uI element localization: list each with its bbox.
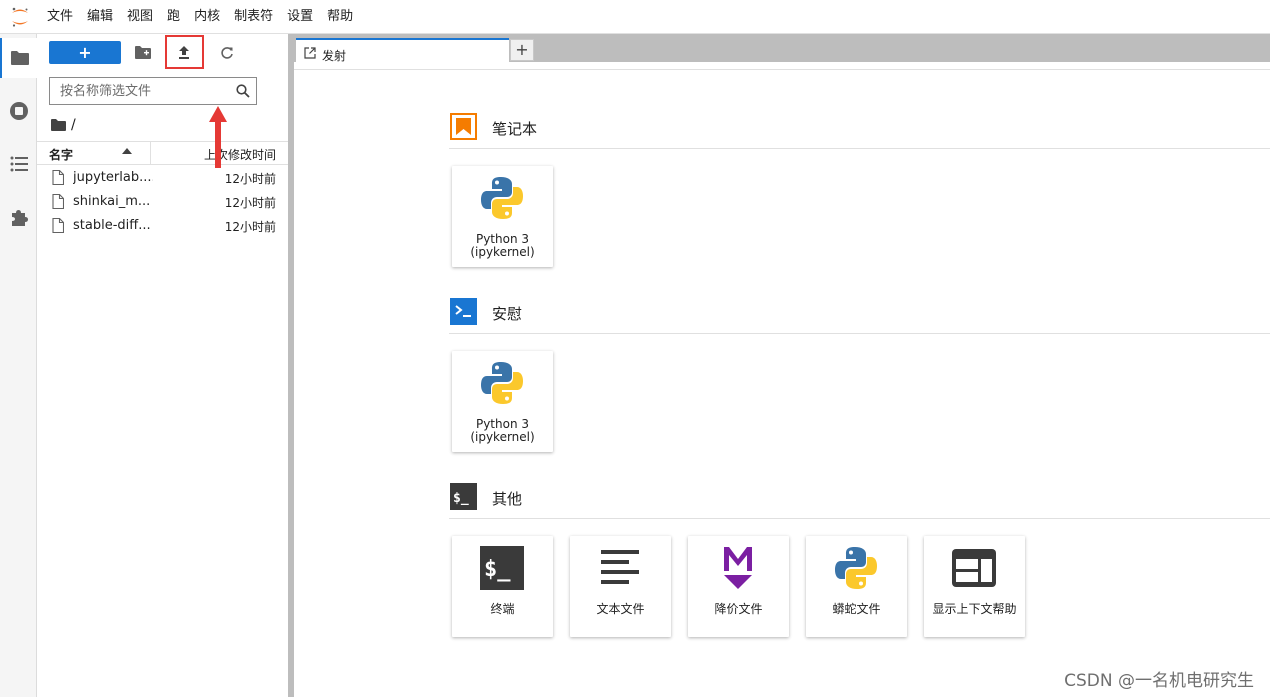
card-label: Python 3 (ipykernel) (452, 233, 553, 259)
add-tab-label: + (515, 40, 529, 59)
card-label: 显示上下文帮助 (932, 602, 1017, 616)
text-file-icon (596, 544, 644, 592)
notebook-icon (450, 113, 477, 140)
search-icon (236, 84, 250, 98)
section-divider (449, 148, 1270, 149)
file-modified: 12小时前 (224, 220, 276, 234)
file-modified: 12小时前 (224, 172, 276, 186)
upload-button[interactable] (172, 41, 196, 64)
python-logo-icon (478, 174, 526, 222)
sort-ascending-icon (122, 148, 132, 154)
extension-manager-tab[interactable] (0, 197, 37, 237)
notebook-python3-card[interactable]: Python 3 (ipykernel) (452, 166, 553, 267)
stop-circle-icon (9, 102, 28, 120)
menu-tabs[interactable]: 制表符 (227, 0, 280, 34)
running-kernels-tab[interactable] (0, 91, 37, 131)
left-sidebar-tabs (0, 34, 37, 697)
section-title: 安慰 (492, 305, 523, 323)
list-item[interactable]: stable-diff... 12小时前 (37, 214, 288, 238)
file-name: shinkai_m... (73, 194, 151, 209)
breadcrumb: / (51, 115, 76, 135)
menu-edit[interactable]: 编辑 (80, 0, 120, 34)
menu-help[interactable]: 帮助 (320, 0, 360, 34)
card-label-line2: (ipykernel) (470, 245, 535, 259)
file-listing: jupyterlab.... 12小时前 shinkai_m... 12小时前 … (37, 166, 288, 238)
menu-bar: 文件 编辑 视图 跑 内核 制表符 设置 帮助 (0, 0, 1270, 34)
python-file-card[interactable]: 蟒蛇文件 (806, 536, 907, 637)
watermark: CSDN @一名机电研究生 (1064, 671, 1254, 691)
refresh-button[interactable] (215, 41, 239, 64)
list-item[interactable]: shinkai_m... 12小时前 (37, 190, 288, 214)
terminal-small-icon: $_ (450, 483, 477, 510)
tab-launcher-label: 发射 (322, 49, 347, 63)
contextual-help-card[interactable]: 显示上下文帮助 (924, 536, 1025, 637)
tab-launcher[interactable]: 发射 (296, 38, 509, 70)
column-name-header[interactable]: 名字 (49, 146, 73, 163)
file-icon (52, 218, 64, 233)
new-folder-icon (135, 46, 151, 59)
markdown-file-card[interactable]: 降价文件 (688, 536, 789, 637)
launcher-panel: 笔记本 Python 3 (ipykernel) 安慰 Python 3 (ip… (294, 70, 1270, 697)
python-logo-icon (478, 359, 526, 407)
card-label: 终端 (490, 602, 515, 616)
file-browser-toolbar: + (37, 34, 288, 72)
file-browser-panel: + 按名称筛选文件 / 名字 上次修改时间 jupyterlab.... 12小… (37, 34, 288, 697)
file-modified: 12小时前 (224, 196, 276, 210)
card-label-line2: (ipykernel) (470, 430, 535, 444)
annotation-arrow-icon (209, 106, 227, 168)
markdown-icon (714, 544, 762, 592)
new-launcher-label: + (78, 42, 92, 62)
file-icon (52, 170, 64, 185)
launch-icon (304, 47, 316, 59)
file-browser-tab[interactable] (0, 38, 37, 78)
card-label: 降价文件 (714, 602, 763, 616)
file-name: jupyterlab.... (73, 170, 153, 185)
refresh-icon (221, 46, 233, 59)
new-launcher-button[interactable]: + (49, 41, 121, 64)
table-of-contents-tab[interactable] (0, 144, 37, 184)
menu-kernel[interactable]: 内核 (187, 0, 227, 34)
section-title: 笔记本 (492, 120, 538, 138)
file-filter-input[interactable] (58, 81, 228, 101)
contextual-help-icon (950, 544, 998, 592)
breadcrumb-root[interactable]: / (71, 117, 76, 133)
svg-text:$_: $_ (484, 557, 511, 582)
text-file-card[interactable]: 文本文件 (570, 536, 671, 637)
menu-view[interactable]: 视图 (120, 0, 160, 34)
menu-settings[interactable]: 设置 (280, 0, 320, 34)
file-name: stable-diff... (73, 218, 151, 233)
file-filter-search (49, 77, 257, 105)
section-divider (449, 333, 1270, 334)
console-python3-card[interactable]: Python 3 (ipykernel) (452, 351, 553, 452)
main-tab-bar: 发射 + (294, 34, 1270, 70)
upload-icon (179, 46, 189, 59)
list-item[interactable]: jupyterlab.... 12小时前 (37, 166, 288, 190)
console-icon (450, 298, 477, 325)
svg-text:$_: $_ (453, 491, 469, 506)
list-icon (10, 156, 28, 172)
section-divider (449, 518, 1270, 519)
menu-run[interactable]: 跑 (160, 0, 187, 34)
terminal-icon: $_ (478, 544, 526, 592)
file-icon (52, 194, 64, 209)
add-tab-button[interactable]: + (510, 39, 534, 61)
card-label: 蟒蛇文件 (832, 602, 881, 616)
folder-icon (10, 51, 29, 65)
file-listing-header: 名字 上次修改时间 (37, 141, 288, 165)
column-divider[interactable] (150, 142, 151, 165)
puzzle-piece-icon (11, 210, 28, 226)
python-logo-icon (832, 544, 880, 592)
card-label: Python 3 (ipykernel) (452, 418, 553, 444)
card-label: 文本文件 (596, 602, 645, 616)
menu-file[interactable]: 文件 (40, 0, 80, 34)
terminal-card[interactable]: $_ 终端 (452, 536, 553, 637)
section-title: 其他 (492, 490, 523, 508)
folder-icon[interactable] (51, 119, 66, 131)
jupyter-logo-icon (0, 0, 40, 34)
new-folder-button[interactable] (131, 41, 155, 64)
